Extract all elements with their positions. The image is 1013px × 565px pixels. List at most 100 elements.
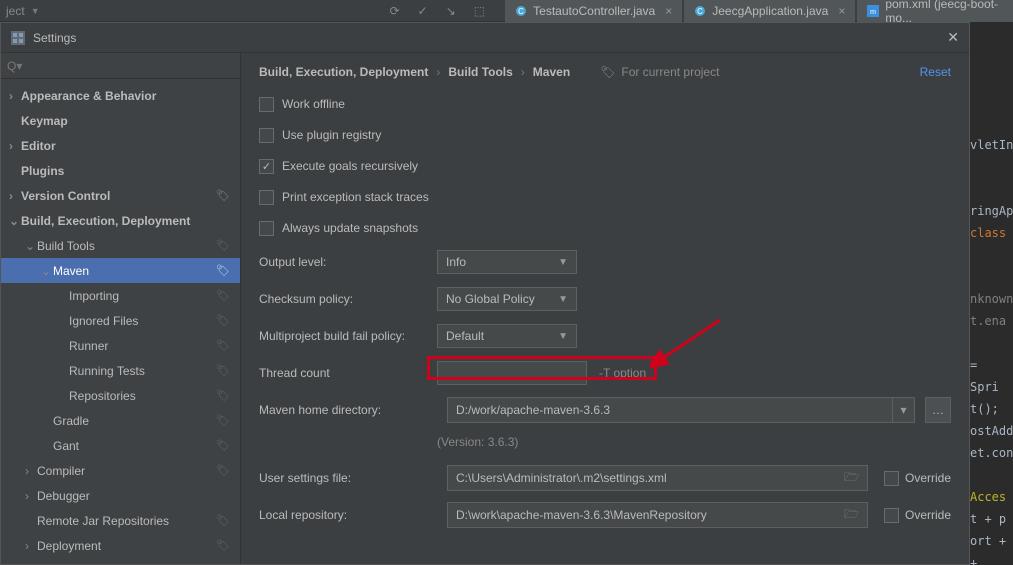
config-icon[interactable]: ⬚ <box>474 4 485 18</box>
print-exc-checkbox[interactable] <box>259 190 274 205</box>
chevron-icon: ⌄ <box>9 214 21 228</box>
tree-item-label: Importing <box>69 289 216 303</box>
tree-item-importing[interactable]: Importing🏷 <box>1 283 240 308</box>
tree-item-label: Build Tools <box>37 239 216 253</box>
user-settings-input[interactable]: C:\Users\Administrator\.m2\settings.xml … <box>447 465 868 491</box>
commit-icon[interactable]: ✓ <box>418 4 428 18</box>
print-exc-row: Print exception stack traces <box>259 186 951 208</box>
dialog-title: Settings <box>33 31 76 45</box>
breadcrumb-item: Maven <box>533 65 570 79</box>
chevron-icon: › <box>9 189 21 203</box>
always-update-row: Always update snapshots <box>259 217 951 239</box>
checkbox-label[interactable]: Print exception stack traces <box>282 190 429 204</box>
for-current-project: 🏷 For current project <box>600 65 719 79</box>
tree-item-label: Editor <box>21 139 240 153</box>
project-menu[interactable]: ject <box>6 4 25 18</box>
tree-item-appearance-behavior[interactable]: ›Appearance & Behavior <box>1 83 240 108</box>
project-scope-icon: 🏷 <box>216 239 230 252</box>
chevron-icon: › <box>9 139 21 153</box>
chevron-down-icon[interactable]: ▾ <box>892 398 914 422</box>
checkbox-label[interactable]: Work offline <box>282 97 345 111</box>
use-plugin-checkbox[interactable] <box>259 128 274 143</box>
multiproject-select[interactable]: Default▼ <box>437 324 577 348</box>
tree-item-gant[interactable]: Gant🏷 <box>1 433 240 458</box>
project-scope-icon: 🏷 <box>216 264 230 277</box>
close-icon[interactable]: ✕ <box>947 29 959 46</box>
project-scope-icon: 🏷 <box>600 65 615 79</box>
tree-item-running-tests[interactable]: Running Tests🏷 <box>1 358 240 383</box>
user-settings-label: User settings file: <box>259 471 437 485</box>
checkbox-label[interactable]: Use plugin registry <box>282 128 381 142</box>
breadcrumb-item[interactable]: Build, Execution, Deployment <box>259 65 428 79</box>
reset-link[interactable]: Reset <box>920 65 951 79</box>
maven-icon: m <box>867 5 879 17</box>
tree-item-label: Appearance & Behavior <box>21 89 240 103</box>
project-scope-icon: 🏷 <box>216 539 230 552</box>
tree-item-label: Plugins <box>21 164 240 178</box>
folder-icon[interactable]: 🗁 <box>844 505 859 526</box>
project-scope-icon: 🏷 <box>216 289 230 302</box>
chevron-down-icon: ▼ <box>558 294 568 305</box>
sync-icon[interactable]: ⟳ <box>390 4 400 18</box>
chevron-icon: › <box>9 89 21 103</box>
tree-item-debugger[interactable]: ›Debugger <box>1 483 240 508</box>
always-update-checkbox[interactable] <box>259 221 274 236</box>
output-level-select[interactable]: Info▼ <box>437 250 577 274</box>
tree-item-maven[interactable]: ⌄Maven🏷 <box>1 258 240 283</box>
tree-item-runner[interactable]: Runner🏷 <box>1 333 240 358</box>
tree-item-keymap[interactable]: Keymap <box>1 108 240 133</box>
override-label[interactable]: Override <box>905 508 951 522</box>
close-icon[interactable]: × <box>665 4 672 18</box>
tree-item-repositories[interactable]: Repositories🏷 <box>1 383 240 408</box>
chevron-icon: › <box>25 464 37 478</box>
tree-item-label: Repositories <box>69 389 216 403</box>
tree-item-gradle[interactable]: Gradle🏷 <box>1 408 240 433</box>
chevron-right-icon: › <box>521 65 525 79</box>
tree-item-build-tools[interactable]: ⌄Build Tools🏷 <box>1 233 240 258</box>
exec-goals-row: Execute goals recursively <box>259 155 951 177</box>
tree-item-label: Build, Execution, Deployment <box>21 214 240 228</box>
chevron-down-icon: ▼ <box>558 257 568 268</box>
work-offline-checkbox[interactable] <box>259 97 274 112</box>
project-scope-icon: 🏷 <box>216 339 230 352</box>
search-icon: Q▾ <box>7 59 22 73</box>
checkbox-label[interactable]: Execute goals recursively <box>282 159 418 173</box>
local-repo-input[interactable]: D:\work\apache-maven-3.6.3\MavenReposito… <box>447 502 868 528</box>
close-icon[interactable]: × <box>838 4 845 18</box>
tree-item-label: Gant <box>53 439 216 453</box>
override-label[interactable]: Override <box>905 471 951 485</box>
local-repo-label: Local repository: <box>259 508 437 522</box>
tree-item-editor[interactable]: ›Editor <box>1 133 240 158</box>
tree-item-build-execution-deployment[interactable]: ⌄Build, Execution, Deployment <box>1 208 240 233</box>
tab-label: pom.xml (jeecg-boot-mo... <box>885 0 1003 25</box>
maven-home-label: Maven home directory: <box>259 403 437 417</box>
tree-item-version-control[interactable]: ›Version Control🏷 <box>1 183 240 208</box>
tree-item-label: Maven <box>53 264 216 278</box>
maven-home-combo[interactable]: D:/work/apache-maven-3.6.3 ▾ <box>447 397 915 423</box>
folder-icon[interactable]: 🗁 <box>844 468 859 489</box>
breadcrumb-item[interactable]: Build Tools <box>448 65 512 79</box>
project-scope-icon: 🏷 <box>216 389 230 402</box>
tree-item-ignored-files[interactable]: Ignored Files🏷 <box>1 308 240 333</box>
hammer-icon[interactable]: ↘ <box>446 4 456 18</box>
tree-item-plugins[interactable]: Plugins <box>1 158 240 183</box>
tree-item-compiler[interactable]: ›Compiler🏷 <box>1 458 240 483</box>
browse-button[interactable]: … <box>925 397 951 423</box>
tree-item-label: Gradle <box>53 414 216 428</box>
user-settings-override-checkbox[interactable] <box>884 471 899 486</box>
settings-search[interactable]: Q▾ <box>1 53 240 79</box>
exec-goals-checkbox[interactable] <box>259 159 274 174</box>
chevron-down-icon[interactable]: ▼ <box>31 6 40 16</box>
editor-background: vletIn ringAp class nknown t.ena = Spri … <box>970 22 1013 565</box>
project-scope-icon: 🏷 <box>216 364 230 377</box>
local-repo-override-checkbox[interactable] <box>884 508 899 523</box>
checksum-select[interactable]: No Global Policy▼ <box>437 287 577 311</box>
thread-count-input[interactable] <box>437 361 587 385</box>
tree-item-deployment[interactable]: ›Deployment🏷 <box>1 533 240 558</box>
settings-tree: ›Appearance & BehaviorKeymap›EditorPlugi… <box>1 79 240 564</box>
tree-item-label: Runner <box>69 339 216 353</box>
output-level-label: Output level: <box>259 255 437 269</box>
java-class-icon: C <box>694 5 706 17</box>
checkbox-label[interactable]: Always update snapshots <box>282 221 418 235</box>
tree-item-remote-jar-repositories[interactable]: Remote Jar Repositories🏷 <box>1 508 240 533</box>
